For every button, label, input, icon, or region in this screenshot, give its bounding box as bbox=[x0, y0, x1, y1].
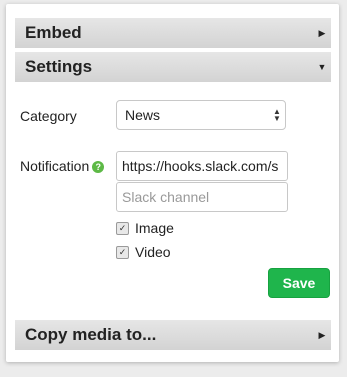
notification-label: Notification bbox=[20, 158, 90, 174]
caret-right-icon: ▶ bbox=[318, 329, 326, 340]
notification-label-wrap: Notification? bbox=[20, 158, 105, 174]
slack-channel-input[interactable]: Slack channel bbox=[116, 182, 288, 212]
media-panel: Embed ▶ Settings ▼ Category News ▲ ▼ Noti… bbox=[6, 4, 339, 362]
save-button[interactable]: Save bbox=[268, 268, 330, 298]
embed-section-title: Embed bbox=[25, 23, 82, 42]
category-label: Category bbox=[20, 108, 77, 124]
caret-right-icon: ▶ bbox=[318, 27, 326, 38]
settings-section-title: Settings bbox=[25, 57, 93, 76]
video-checkbox[interactable]: ✓ bbox=[116, 245, 129, 259]
video-option[interactable]: ✓ Video bbox=[116, 244, 171, 260]
video-option-label: Video bbox=[135, 244, 171, 260]
select-arrows-icon: ▲ ▼ bbox=[273, 107, 281, 123]
category-select[interactable]: News ▲ ▼ bbox=[116, 100, 286, 130]
category-select-value: News bbox=[125, 107, 161, 123]
copy-media-section-title: Copy media to... bbox=[25, 325, 157, 344]
copy-media-section-header[interactable]: Copy media to... ▶ bbox=[15, 320, 331, 350]
image-option[interactable]: ✓ Image bbox=[116, 220, 174, 236]
image-checkbox[interactable]: ✓ bbox=[116, 221, 129, 235]
help-icon[interactable]: ? bbox=[92, 161, 105, 173]
embed-section-header[interactable]: Embed ▶ bbox=[15, 18, 331, 48]
image-option-label: Image bbox=[135, 220, 174, 236]
settings-section-header[interactable]: Settings ▼ bbox=[15, 52, 331, 82]
webhook-url-input[interactable]: https://hooks.slack.com/s bbox=[116, 151, 288, 181]
caret-down-icon: ▼ bbox=[317, 62, 327, 72]
